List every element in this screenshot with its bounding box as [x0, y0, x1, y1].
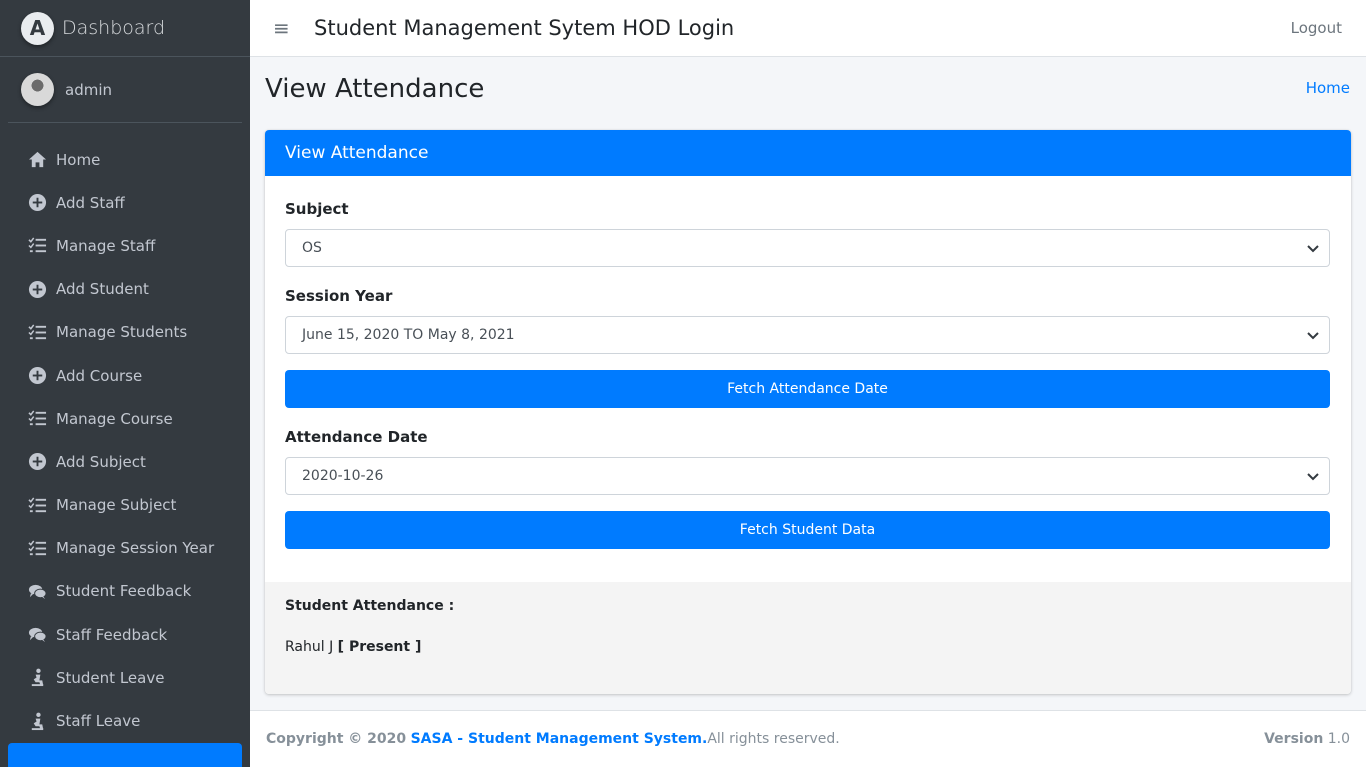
sidebar-item-label: Home [56, 150, 101, 169]
list-check-icon [27, 323, 48, 341]
sidebar-item-home[interactable]: Home [8, 138, 242, 181]
comments-icon [27, 582, 48, 600]
sidebar-item-label: Student Leave [56, 668, 165, 687]
subject-label: Subject [285, 200, 349, 218]
list-check-icon [27, 410, 48, 428]
sidebar-item-label: Student Feedback [56, 582, 192, 601]
footer-site-link[interactable]: SASA - Student Management System. [411, 731, 708, 747]
sidebar-item-label: Manage Students [56, 323, 188, 342]
sidebar-item-label: Staff Leave [56, 712, 141, 731]
sidebar-item-staff-leave[interactable]: Staff Leave [8, 699, 242, 742]
attendance-date-select-value: 2020-10-26 [302, 468, 384, 484]
sidebar-item-add-course[interactable]: Add Course [8, 354, 242, 397]
breadcrumb-home-link[interactable]: Home [1306, 79, 1350, 97]
sidebar-item-manage-session-year[interactable]: Manage Session Year [8, 527, 242, 570]
plus-circle-icon [27, 453, 48, 471]
sidebar-item-label: Manage Session Year [56, 539, 215, 558]
sidebar-item-student-feedback[interactable]: Student Feedback [8, 570, 242, 613]
top-navbar: ≡ Student Management Sytem HOD Login Log… [250, 0, 1366, 57]
fetch-attendance-date-button[interactable]: Fetch Attendance Date [285, 370, 1330, 408]
card-body: Subject OS Session Year June 15, 2020 TO… [265, 176, 1351, 549]
header-title: Student Management Sytem HOD Login [314, 16, 735, 40]
sidebar-item-add-staff[interactable]: Add Staff [8, 181, 242, 224]
sidebar: A Dashboard admin Home Add Staff Manage … [0, 0, 250, 767]
sidebar-item-label: Manage Staff [56, 236, 156, 255]
view-attendance-card: View Attendance Subject OS Session Year … [265, 130, 1351, 694]
user-name: admin [65, 80, 112, 99]
card-header: View Attendance [265, 130, 1351, 176]
logout-link[interactable]: Logout [1291, 19, 1342, 37]
rights-text: All rights reserved. [707, 731, 840, 747]
sidebar-item-add-subject[interactable]: Add Subject [8, 440, 242, 483]
subject-select[interactable]: OS [285, 229, 1330, 267]
sidebar-item-label: Manage Subject [56, 496, 177, 515]
fetch-student-data-button[interactable]: Fetch Student Data [285, 511, 1330, 549]
attendance-results: Student Attendance : Rahul J [ Present ] [265, 582, 1351, 694]
attendance-record: Rahul J [ Present ] [285, 639, 1331, 655]
attendance-date-label: Attendance Date [285, 428, 428, 446]
session-year-label: Session Year [285, 287, 393, 305]
student-name: Rahul J [285, 639, 334, 655]
plus-circle-icon [27, 280, 48, 298]
brand-text: Dashboard [62, 17, 166, 39]
chevron-down-icon [1307, 473, 1319, 481]
sidebar-item-active[interactable] [8, 742, 242, 767]
chevron-down-icon [1307, 332, 1319, 340]
sidebar-item-label: Add Staff [56, 193, 125, 212]
sidebar-item-label: Add Course [56, 366, 143, 385]
home-icon [27, 151, 48, 169]
comments-icon [27, 626, 48, 644]
sidebar-item-manage-subject[interactable]: Manage Subject [8, 484, 242, 527]
version-value: 1.0 [1323, 731, 1350, 747]
session-year-select-value: June 15, 2020 TO May 8, 2021 [302, 327, 515, 343]
sidebar-item-staff-feedback[interactable]: Staff Feedback [8, 613, 242, 656]
sidebar-item-label: Add Subject [56, 452, 146, 471]
plus-circle-icon [27, 366, 48, 385]
attendance-status: [ Present ] [337, 639, 422, 655]
hamburger-menu-icon[interactable]: ≡ [273, 18, 293, 38]
sidebar-item-student-leave[interactable]: Student Leave [8, 656, 242, 699]
copyright-text: Copyright © 2020 [266, 731, 407, 747]
sidebar-nav: Home Add Staff Manage Staff Add Student … [0, 138, 250, 767]
person-kneel-icon [27, 712, 48, 730]
sidebar-item-label: Manage Course [56, 409, 173, 428]
user-panel[interactable]: admin [8, 57, 242, 123]
page-title: View Attendance [265, 74, 485, 104]
subject-select-value: OS [302, 240, 322, 256]
brand-link[interactable]: A Dashboard [0, 0, 250, 57]
sidebar-item-manage-course[interactable]: Manage Course [8, 397, 242, 440]
version-info: Version 1.0 [1264, 731, 1350, 747]
sidebar-item-label: Staff Feedback [56, 625, 168, 644]
page-footer: Copyright © 2020 SASA - Student Manageme… [250, 710, 1366, 767]
version-label: Version [1264, 731, 1324, 747]
person-kneel-icon [27, 669, 48, 687]
sidebar-item-manage-staff[interactable]: Manage Staff [8, 224, 242, 267]
chevron-down-icon [1307, 245, 1319, 253]
sidebar-item-manage-students[interactable]: Manage Students [8, 311, 242, 354]
attendance-date-select[interactable]: 2020-10-26 [285, 457, 1330, 495]
list-check-icon [27, 496, 48, 514]
brand-logo: A [21, 11, 54, 45]
plus-circle-icon [27, 194, 48, 212]
list-check-icon [27, 539, 48, 557]
avatar [21, 73, 54, 106]
session-year-select[interactable]: June 15, 2020 TO May 8, 2021 [285, 316, 1330, 354]
list-check-icon [27, 237, 48, 255]
sidebar-item-label: Add Student [56, 280, 149, 299]
sidebar-item-add-student[interactable]: Add Student [8, 268, 242, 311]
student-attendance-label: Student Attendance : [285, 598, 455, 614]
